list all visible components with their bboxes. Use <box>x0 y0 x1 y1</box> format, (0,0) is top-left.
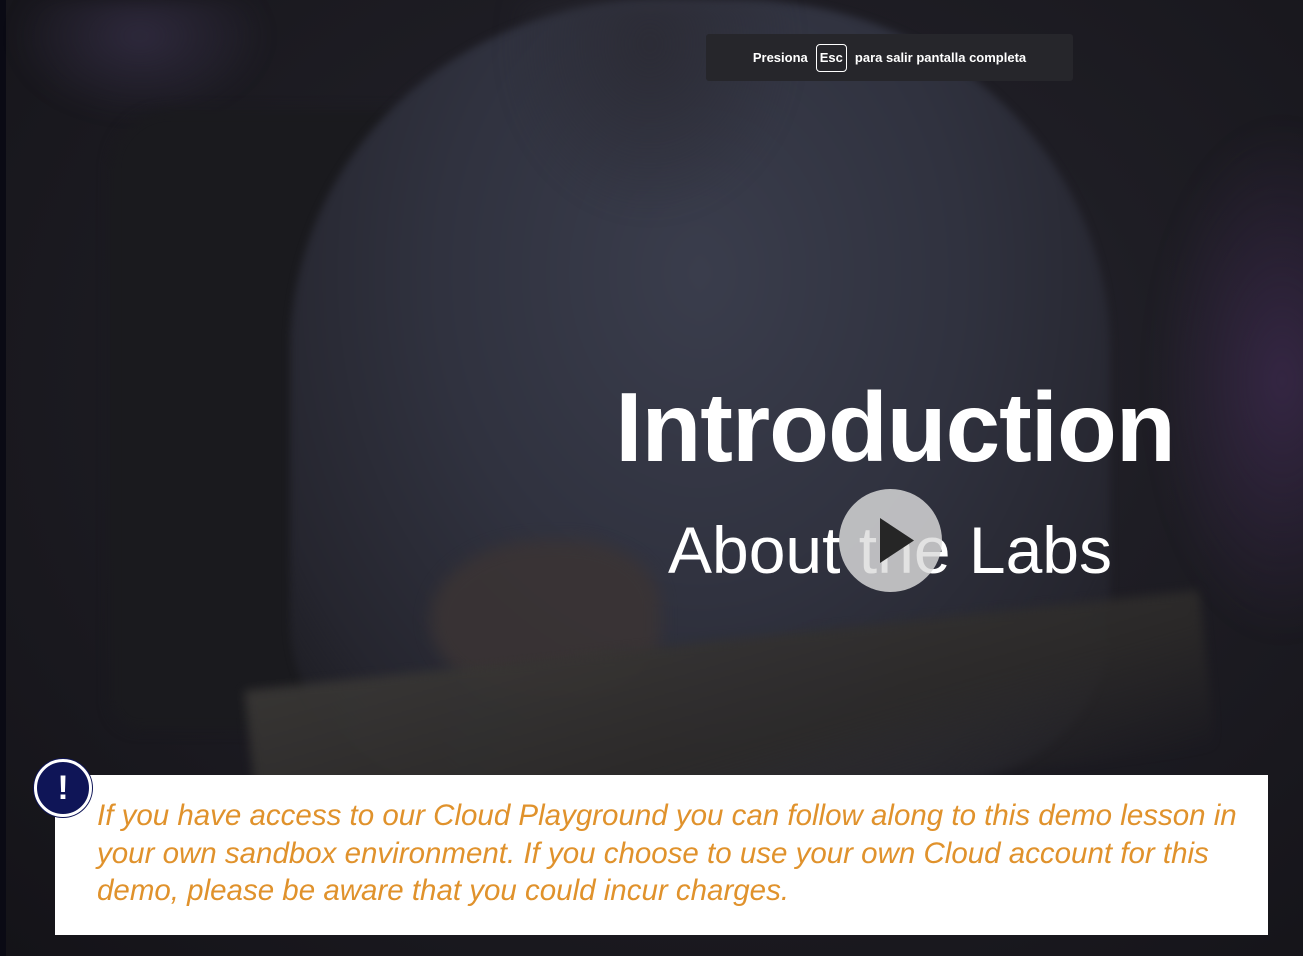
esc-key-badge: Esc <box>815 43 847 72</box>
background-light <box>10 0 270 120</box>
play-button[interactable] <box>839 489 942 592</box>
hint-prefix: Presiona <box>752 50 808 65</box>
notice-text: If you have access to our Cloud Playgrou… <box>97 799 1237 907</box>
exclamation-glyph: ! <box>57 769 69 807</box>
background-chair <box>110 110 430 730</box>
fullscreen-exit-hint: Presiona Esc para salir pantalla complet… <box>706 34 1073 81</box>
background-collar <box>500 0 800 220</box>
play-icon <box>880 518 914 563</box>
hint-suffix: para salir pantalla completa <box>854 50 1027 65</box>
exclamation-icon: ! <box>34 759 92 817</box>
notice-banner: If you have access to our Cloud Playgrou… <box>55 775 1268 935</box>
left-edge-strip <box>0 0 6 956</box>
video-player[interactable]: Presiona Esc para salir pantalla complet… <box>0 0 1303 956</box>
slide-title: Introduction <box>615 372 1176 482</box>
